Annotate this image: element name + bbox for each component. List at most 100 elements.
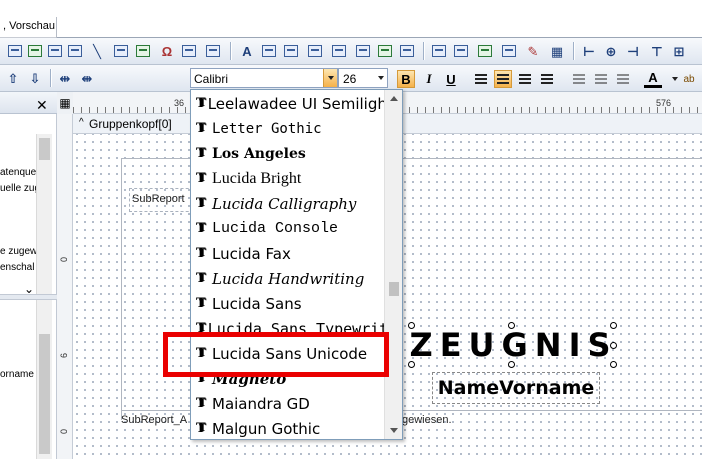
font-family-value: Calibri — [194, 72, 229, 86]
resize-handle[interactable] — [508, 322, 515, 329]
ruler-label: 0 — [59, 428, 69, 434]
chevron-down-icon[interactable] — [323, 69, 337, 87]
scroll-thumb[interactable] — [389, 282, 399, 296]
scroll-up-icon[interactable] — [390, 96, 398, 101]
justify-icon[interactable] — [538, 70, 556, 88]
font-option[interactable]: T Letter Gothic — [191, 116, 385, 141]
dropdown-scrollbar[interactable] — [384, 90, 402, 439]
font-option[interactable]: T Lucida Bright — [191, 166, 385, 191]
resize-handle[interactable] — [508, 361, 515, 368]
truetype-icon: T — [196, 96, 206, 111]
link-tool-icon[interactable]: Ω — [158, 42, 176, 60]
container-tool-icon[interactable] — [398, 42, 416, 60]
font-size-combo[interactable]: 26 — [338, 68, 388, 88]
resize-handle[interactable] — [408, 361, 415, 368]
vertical-align-middle-icon[interactable] — [592, 70, 610, 88]
subreport-element[interactable]: SubReport — [129, 188, 199, 212]
align-center-icon[interactable]: ⊕ — [602, 42, 620, 60]
chevron-down-icon[interactable] — [374, 69, 387, 87]
text-color-button[interactable]: A — [644, 70, 662, 88]
snap-tool-icon[interactable] — [452, 42, 470, 60]
scroll-down-icon[interactable] — [390, 428, 398, 433]
font-option[interactable]: T Lucida Handwriting — [191, 266, 385, 291]
resize-handle[interactable] — [610, 361, 617, 368]
shape-tool-icon[interactable] — [112, 42, 130, 60]
richtext-tool-icon[interactable] — [260, 42, 278, 60]
title-text-element[interactable]: ZEUGNIS — [409, 326, 615, 364]
italic-button[interactable]: I — [420, 70, 438, 88]
image-tool-icon[interactable] — [46, 42, 64, 60]
font-option[interactable]: T Leelawadee UI Semilight — [191, 91, 385, 116]
panel-item[interactable]: enschal — [0, 262, 36, 273]
align-left-edge-icon[interactable]: ⊢ — [580, 42, 598, 60]
name-field-element[interactable]: NameVorname — [432, 372, 600, 404]
align-middle-icon[interactable]: ⊞ — [670, 42, 688, 60]
font-option[interactable]: T Maiandra GD — [191, 391, 385, 416]
label-tool-icon[interactable] — [6, 42, 24, 60]
align-left-icon[interactable] — [472, 70, 490, 88]
collapse-icon[interactable]: ^ — [79, 117, 84, 128]
ruler-corner-icon[interactable]: ▦ — [57, 92, 73, 114]
pen-tool-icon[interactable]: ✎ — [524, 42, 542, 60]
highlight-annotation — [163, 332, 389, 377]
move-up-icon[interactable]: ⇧ — [4, 69, 22, 87]
table-tool-icon[interactable] — [204, 42, 222, 60]
gauge-tool-icon[interactable] — [476, 42, 494, 60]
grid-table-icon[interactable]: ▦ — [548, 42, 566, 60]
document-tab-strip: , Vorschau — [0, 0, 702, 38]
panel-item[interactable]: e zugew — [0, 246, 36, 257]
same-size-icon[interactable]: ⇼ — [78, 69, 96, 87]
picture-tool-icon[interactable] — [66, 42, 84, 60]
pagebreak-tool-icon[interactable] — [180, 42, 198, 60]
font-option[interactable]: T Los Angeles — [191, 141, 385, 166]
resize-handle[interactable] — [610, 342, 617, 349]
close-icon[interactable]: ✕ — [36, 97, 48, 114]
ruler-label: 36 — [174, 98, 185, 108]
same-width-icon[interactable]: ⇹ — [56, 69, 74, 87]
align-right-icon[interactable] — [516, 70, 534, 88]
align-right-edge-icon[interactable]: ⊣ — [624, 42, 642, 60]
line-tool-icon[interactable]: ╲ — [88, 42, 106, 60]
font-dropdown-list[interactable]: T Leelawadee UI Semilight T Letter Gothi… — [190, 89, 403, 440]
panel-item[interactable]: uelle zug — [0, 183, 36, 194]
panel-scrollbar[interactable] — [36, 134, 52, 294]
panel-item[interactable]: atenque — [0, 167, 36, 178]
band-label: Gruppenkopf[0] — [89, 117, 172, 131]
grid-tool-icon[interactable] — [430, 42, 448, 60]
insert-toolbar: ╲ Ω A ✎ ▦ ⊢ ⊕ ⊣ ⊤ ⊞ — [0, 38, 702, 65]
subreport-label: SubReport_A — [121, 414, 188, 426]
resize-handle[interactable] — [408, 322, 415, 329]
subreport-tool-icon[interactable] — [330, 42, 348, 60]
font-option[interactable]: T Lucida Sans — [191, 291, 385, 316]
font-option[interactable]: T Malgun Gothic — [191, 416, 385, 439]
underline-button[interactable]: U — [442, 70, 460, 88]
sparkline-tool-icon[interactable] — [376, 42, 394, 60]
panel-scrollbar[interactable] — [36, 300, 52, 459]
truetype-icon: T — [196, 221, 210, 236]
text-tool-icon[interactable]: A — [238, 42, 256, 60]
align-center-text-icon[interactable] — [494, 70, 512, 88]
font-option[interactable]: T Lucida Calligraphy — [191, 191, 385, 216]
align-top-icon[interactable]: ⊤ — [648, 42, 666, 60]
bold-button[interactable]: B — [397, 70, 415, 88]
tab-preview[interactable]: , Vorschau — [0, 17, 57, 38]
font-option[interactable]: T Lucida Console — [191, 216, 385, 241]
font-family-combo[interactable]: Calibri — [190, 68, 338, 88]
highlight-color-icon[interactable]: ab — [680, 70, 698, 88]
chart-tool-icon[interactable] — [306, 42, 324, 60]
database-field-icon[interactable] — [26, 42, 44, 60]
barcode-tool-icon[interactable] — [134, 42, 152, 60]
truetype-icon: T — [196, 396, 210, 411]
panel-item[interactable]: orname — [0, 369, 36, 380]
crosstab-tool-icon[interactable] — [354, 42, 372, 60]
truetype-icon: T — [196, 271, 210, 286]
truetype-icon: T — [196, 171, 210, 186]
vertical-align-top-icon[interactable] — [570, 70, 588, 88]
resize-handle[interactable] — [610, 322, 617, 329]
map-tool-icon[interactable] — [500, 42, 518, 60]
vertical-ruler: 0 6 0 — [57, 114, 73, 459]
font-option[interactable]: T Lucida Fax — [191, 241, 385, 266]
checkbox-tool-icon[interactable] — [282, 42, 300, 60]
move-down-icon[interactable]: ⇩ — [26, 69, 44, 87]
vertical-align-bottom-icon[interactable] — [614, 70, 632, 88]
